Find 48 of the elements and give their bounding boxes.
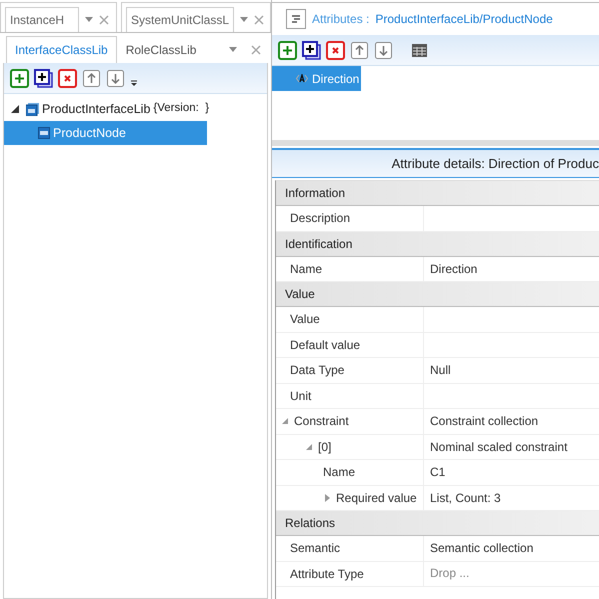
tree-item[interactable]: ProductInterfaceLib xyxy=(42,100,150,118)
property-name: Name xyxy=(290,260,322,278)
delete-icon[interactable] xyxy=(58,68,77,88)
property-name: Default value xyxy=(290,336,360,354)
property-value: Semantic collection xyxy=(430,540,534,558)
property-value: Null xyxy=(430,362,451,380)
property-name: Description xyxy=(290,210,350,228)
property-name: Required value xyxy=(336,490,417,507)
attributes-panel-icon[interactable] xyxy=(286,9,306,29)
move-up-icon[interactable] xyxy=(350,40,369,60)
property-name: Value xyxy=(290,311,320,328)
drop-target-hint: Drop ... xyxy=(430,564,470,582)
attributes-path: ProductInterfaceLib/ProductNode xyxy=(375,11,553,28)
panel-tab[interactable]: RoleClassLib xyxy=(116,36,206,63)
document-tab[interactable]: SystemUnitClassL xyxy=(126,7,234,32)
property-name: Semantic xyxy=(290,540,340,558)
property-value: Direction xyxy=(430,260,478,278)
version-label: {Version: } xyxy=(153,101,210,116)
library-icon xyxy=(26,102,39,116)
property-name: Name xyxy=(323,464,356,482)
panel-tab[interactable]: InterfaceClassLib xyxy=(6,36,117,63)
document-tab[interactable]: InstanceH xyxy=(5,7,79,32)
move-up-icon[interactable] xyxy=(82,68,101,88)
attributes-label: Attributes : xyxy=(312,11,370,28)
property-value: Nominal scaled constraint xyxy=(430,438,568,456)
add-icon[interactable] xyxy=(278,40,297,60)
property-value: Constraint collection xyxy=(430,413,538,430)
details-title: Attribute details: Direction of Produc xyxy=(392,154,599,173)
property-name: Attribute Type xyxy=(290,566,364,583)
add-multiple-icon[interactable] xyxy=(302,40,321,60)
property-name: Constraint xyxy=(294,413,349,430)
delete-icon[interactable] xyxy=(326,40,345,60)
add-multiple-icon[interactable] xyxy=(34,68,53,88)
category-header: Information xyxy=(285,185,346,202)
property-name: Data Type xyxy=(290,362,344,380)
property-name: Unit xyxy=(290,388,312,405)
category-header: Value xyxy=(285,286,315,303)
property-value: List, Count: 3 xyxy=(430,490,501,507)
class-icon xyxy=(38,127,50,139)
category-header: Relations xyxy=(285,515,336,532)
property-name: [0] xyxy=(318,438,332,456)
attribute-item[interactable]: Direction xyxy=(272,66,362,91)
attribute-icon xyxy=(296,74,308,83)
category-header: Identification xyxy=(285,236,352,252)
move-down-icon[interactable] xyxy=(374,40,393,60)
property-value: C1 xyxy=(430,464,446,482)
move-down-icon[interactable] xyxy=(106,68,125,88)
add-icon[interactable] xyxy=(10,68,29,88)
